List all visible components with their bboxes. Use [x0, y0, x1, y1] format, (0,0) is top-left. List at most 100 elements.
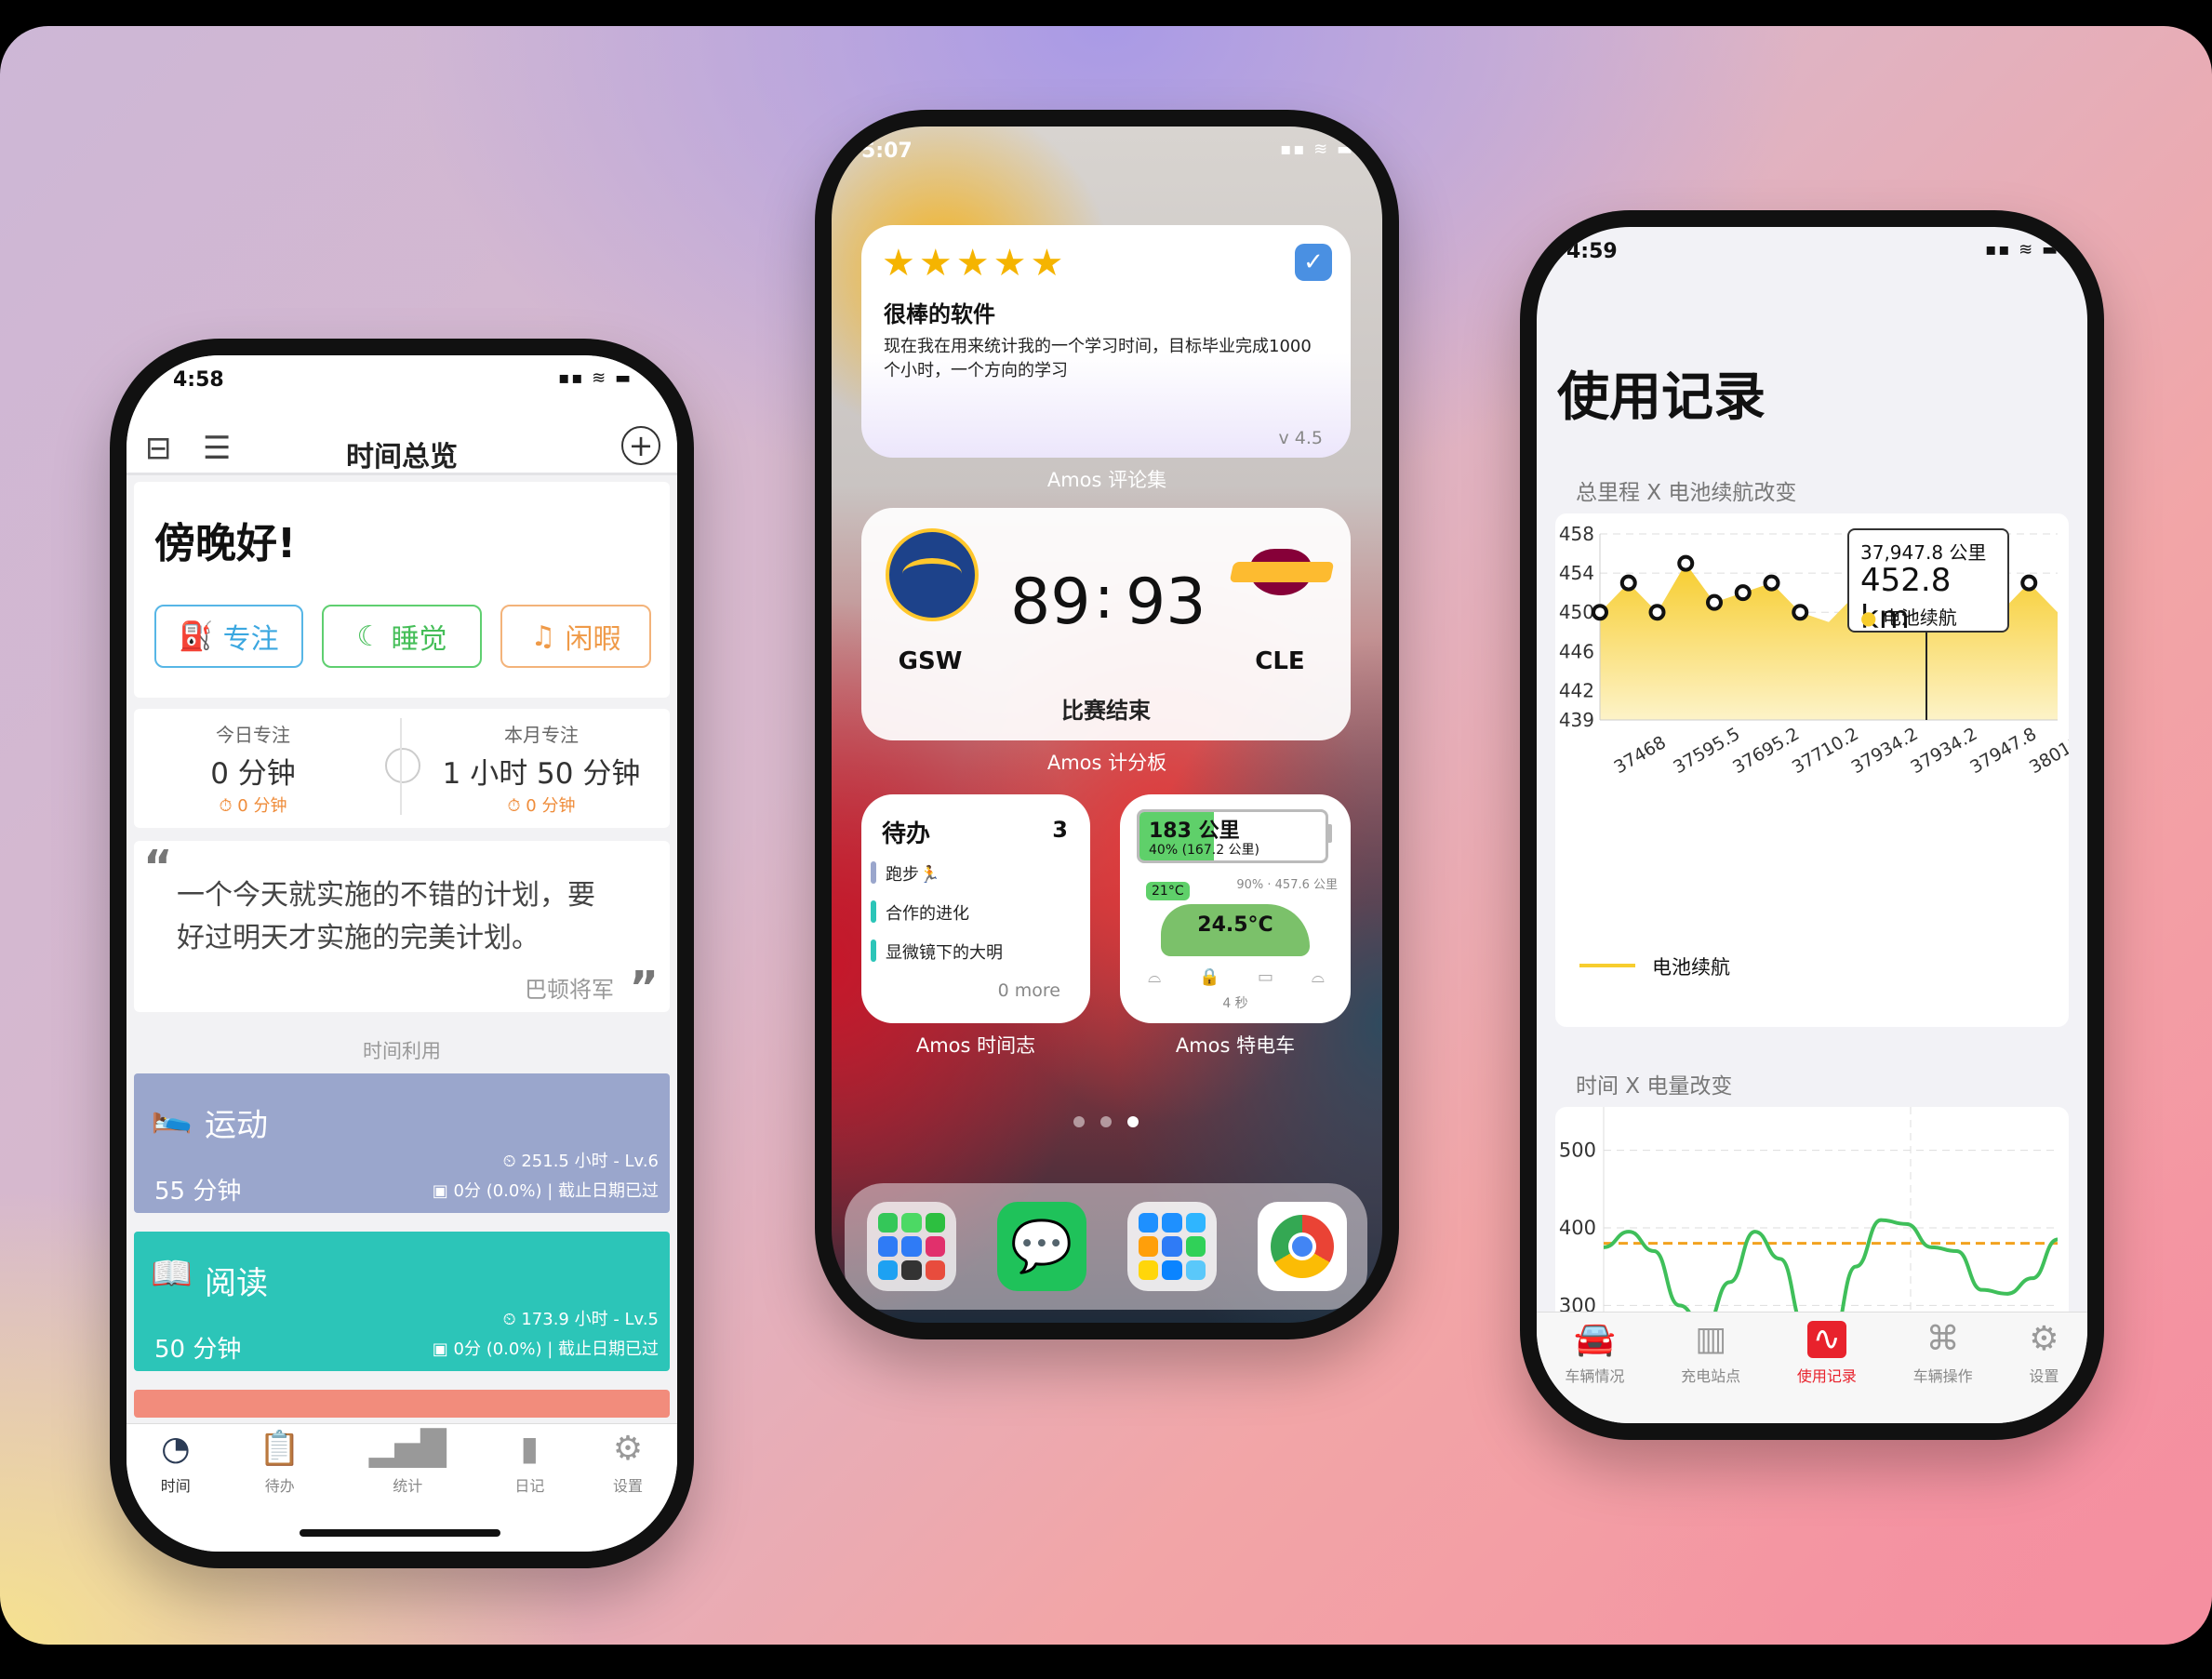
- page-title: 使用记录: [1557, 367, 1766, 428]
- status-icons: ▪▪ ≋ ▬: [1985, 240, 2059, 260]
- away-team: CLE: [1255, 647, 1305, 675]
- warriors-logo: [886, 528, 979, 621]
- sleep-button[interactable]: ☾ 睡觉: [322, 605, 482, 668]
- page-indicator[interactable]: [1073, 1116, 1139, 1127]
- status-time: 4:59: [1566, 240, 1618, 263]
- data-point: [1792, 604, 1809, 621]
- data-point: [1706, 593, 1723, 611]
- y-tick-label: 439: [1559, 709, 1594, 731]
- map-icon: ▥: [1695, 1320, 1727, 1358]
- tab-vehicle-control[interactable]: ⌘ 车辆操作: [1913, 1321, 1973, 1386]
- todo-item: 显微镜下的大明: [886, 943, 1003, 963]
- tab-settings[interactable]: ⚙ 设置: [2029, 1321, 2059, 1386]
- chart-legend: 电池续航: [1652, 956, 1730, 979]
- frunk-icon: ⌓: [1148, 967, 1162, 987]
- score-separator: :: [1094, 564, 1114, 633]
- score-widget[interactable]: GSW 89 : 93 CLE 比赛结束: [861, 508, 1351, 740]
- y-tick-label: 450: [1559, 601, 1594, 623]
- x-tick-label: 37695.2: [1729, 724, 1803, 778]
- todo-item: 合作的进化: [886, 904, 969, 924]
- battery-chart[interactable]: 500400300: [1555, 1107, 2069, 1321]
- y-tick-label: 458: [1559, 523, 1594, 545]
- todo-count: 3: [1052, 817, 1068, 843]
- chart1-title: 总里程 X 电池续航改变: [1576, 481, 1797, 505]
- review-version: v 4.5: [1278, 428, 1324, 448]
- add-icon[interactable]: +: [621, 426, 660, 465]
- book-icon: 📖: [151, 1255, 193, 1293]
- battery-chart-card: 500 400 300: [1555, 1107, 2069, 1321]
- lock-icon: 🔒: [1198, 967, 1220, 987]
- x-tick-label: 37468: [1611, 732, 1670, 778]
- car-widget[interactable]: 183 公里 40% (167.2 公里) 21°C 90% · 457.6 公…: [1120, 794, 1351, 1023]
- battery-bar: 183 公里 40% (167.2 公里): [1137, 809, 1328, 863]
- tab-charging-stations[interactable]: ▥ 充电站点: [1681, 1321, 1740, 1386]
- heartbeat-icon: ∿: [1806, 1321, 1846, 1358]
- data-point: [1763, 574, 1780, 592]
- fuel-icon: ⛽: [179, 620, 214, 653]
- y-tick-label: 446: [1559, 640, 1594, 662]
- activity-duration: 55 分钟: [154, 1178, 242, 1206]
- todo-widget[interactable]: 待办 3 跑步🏃 合作的进化 显微镜下的大明 0 more: [861, 794, 1090, 1023]
- phone-usage-records: 4:59 ▪▪ ≋ ▬ 使用记录 总里程 X 电池续航改变 458 454 450 4…: [1520, 210, 2104, 1440]
- tooltip-mileage: 37,947.8 公里: [1860, 541, 1987, 564]
- clock-icon: ◔: [161, 1430, 191, 1468]
- y-tick-label: 454: [1559, 562, 1594, 584]
- cavaliers-logo: [1229, 540, 1335, 605]
- app-check-icon: ✓: [1295, 244, 1332, 281]
- status-icons: ▪▪ ≋ ▬: [1280, 140, 1354, 159]
- todo-title: 待办: [882, 820, 931, 848]
- activity-progress: ▣ 0分 (0.0%) | 截止日期已过: [432, 1181, 659, 1201]
- data-point: [1619, 574, 1637, 592]
- x-tick-label: 37934.2: [1848, 724, 1922, 778]
- review-widget-label: Amos 评论集: [1046, 469, 1167, 491]
- apps-folder-icon[interactable]: [1127, 1202, 1217, 1291]
- car-updated: 4 秒: [1222, 996, 1248, 1011]
- headphones-icon: ♫: [530, 620, 556, 653]
- x-tick-label: 37595.5: [1670, 724, 1743, 778]
- nav-title: 时间总览: [346, 441, 458, 473]
- home-screen: 5:07 ▪▪ ≋ ▬ ★★★★★ ✓ 很棒的软件 现在我在用来统计我的一个学习…: [832, 127, 1382, 1323]
- tab-settings[interactable]: ⚙ 设置: [613, 1431, 643, 1496]
- activity-total: ⏲ 173.9 小时 - Lv.5: [502, 1310, 659, 1329]
- tab-stats[interactable]: ▂▅█ 统计: [369, 1431, 446, 1496]
- tab-usage-records[interactable]: ∿ 使用记录: [1797, 1321, 1857, 1386]
- quote-close-icon: ”: [629, 962, 659, 1014]
- time-app-screen: 4:58 ▪▪ ≋ ▬ ⊟ ☰ 时间总览 + 傍晚好! ⛽ 专注 ☾ 睡觉 ♫ 闲暇 …: [127, 355, 677, 1552]
- clipboard-icon: 📋: [259, 1430, 301, 1468]
- chrome-icon[interactable]: [1258, 1202, 1347, 1291]
- moon-icon: ☾: [356, 620, 382, 653]
- x-tick-label: 37934.2: [1907, 724, 1980, 778]
- gear-icon: ⚙: [2029, 1320, 2059, 1358]
- tab-vehicle-status[interactable]: 🚘 车辆情况: [1565, 1321, 1624, 1386]
- review-widget[interactable]: ★★★★★ ✓ 很棒的软件 现在我在用来统计我的一个学习时间，目标毕业完成100…: [861, 225, 1351, 458]
- tab-todo[interactable]: 📋 待办: [259, 1431, 300, 1496]
- car-full-range: 90% · 457.6 公里: [1236, 878, 1338, 892]
- focus-button[interactable]: ⛽ 专注: [154, 605, 303, 668]
- usage-records-screen: 4:59 ▪▪ ≋ ▬ 使用记录 总里程 X 电池续航改变 458 454 450 4…: [1537, 227, 2087, 1423]
- command-icon: ⌘: [1926, 1320, 1960, 1358]
- activity-card-exercise[interactable]: 🛌 运动 ⏲ 251.5 小时 - Lv.6 55 分钟 ▣ 0分 (0.0%)…: [134, 1073, 670, 1213]
- y-tick-label: 500: [1559, 1139, 1596, 1162]
- home-team: GSW: [898, 647, 963, 675]
- data-point: [2020, 574, 2038, 592]
- tab-time[interactable]: ◔ 时间: [161, 1431, 191, 1496]
- focus-stats-card: 今日专注 0 分钟 ⏱ 0 分钟 本月专注 1 小时 50 分钟 ⏱ 0 分钟: [134, 709, 670, 828]
- tab-diary[interactable]: ▮ 日记: [514, 1431, 544, 1496]
- activity-name: 阅读: [205, 1265, 268, 1302]
- wechat-icon[interactable]: 💬: [997, 1202, 1086, 1291]
- window-icon: ▭: [1258, 967, 1274, 987]
- greeting: 傍晚好!: [154, 520, 297, 567]
- exercise-icon: 🛌: [151, 1097, 193, 1135]
- greeting-card: 傍晚好! ⛽ 专注 ☾ 睡觉 ♫ 闲暇: [134, 482, 670, 698]
- y-tick-label: 442: [1559, 679, 1594, 701]
- gear-icon: ⚙: [612, 1430, 644, 1468]
- folder-icon[interactable]: [867, 1202, 956, 1291]
- car-widget-label: Amos 特电车: [1175, 1034, 1296, 1057]
- quote-open-icon: “: [143, 841, 173, 893]
- x-tick-label: 37710.2: [1789, 724, 1862, 778]
- month-value: 1 小时 50 分钟: [442, 757, 641, 791]
- month-sub: ⏱ 0 分钟: [507, 796, 576, 816]
- leisure-button[interactable]: ♫ 闲暇: [500, 605, 651, 668]
- activity-card-reading[interactable]: 📖 阅读 ⏲ 173.9 小时 - Lv.5 50 分钟 ▣ 0分 (0.0%)…: [134, 1232, 670, 1371]
- activity-name: 运动: [205, 1107, 268, 1144]
